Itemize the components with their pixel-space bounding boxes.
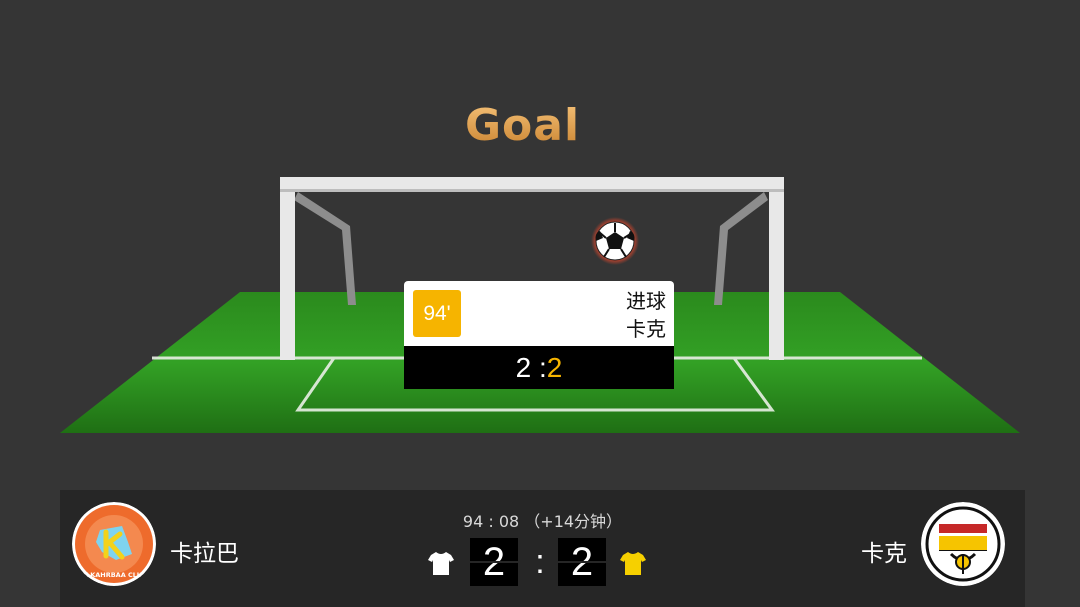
home-score: 2 [470, 538, 518, 586]
pitch-illustration [60, 177, 1020, 433]
goal-title: Goal [0, 100, 1045, 151]
event-minute-badge: 94' [413, 290, 461, 337]
event-card-score: 2 :2 [404, 346, 674, 389]
home-shirt-icon [428, 552, 454, 575]
event-away-score: 2 [546, 352, 563, 383]
event-score-separator: : [539, 352, 547, 383]
away-team-name[interactable]: 卡克 [861, 534, 907, 568]
away-team-crest[interactable] [921, 502, 1005, 586]
event-type-label: 进球 [626, 289, 666, 313]
event-home-score: 2 [515, 352, 532, 383]
away-score: 2 [558, 538, 606, 586]
event-team-label: 卡克 [626, 317, 666, 341]
goal-animation-stage: Goal 94' 进球 卡克 2 :2 [0, 0, 1080, 490]
match-time: 94 : 08 （+14分钟） [462, 512, 623, 531]
event-card-header: 94' 进球 卡克 [404, 281, 674, 346]
score-separator: : [535, 543, 545, 581]
goal-event-card: 94' 进球 卡克 2 :2 [404, 281, 674, 389]
scorebar: ALKAHRBAA CLUB 卡拉巴 94 : 08 （+14分钟） 2 : 2… [60, 490, 1025, 607]
home-team-name[interactable]: 卡拉巴 [170, 534, 239, 568]
soccer-ball-icon [591, 217, 639, 265]
away-shirt-icon [620, 552, 646, 575]
home-crest-text: ALKAHRBAA CLUB [81, 571, 147, 579]
